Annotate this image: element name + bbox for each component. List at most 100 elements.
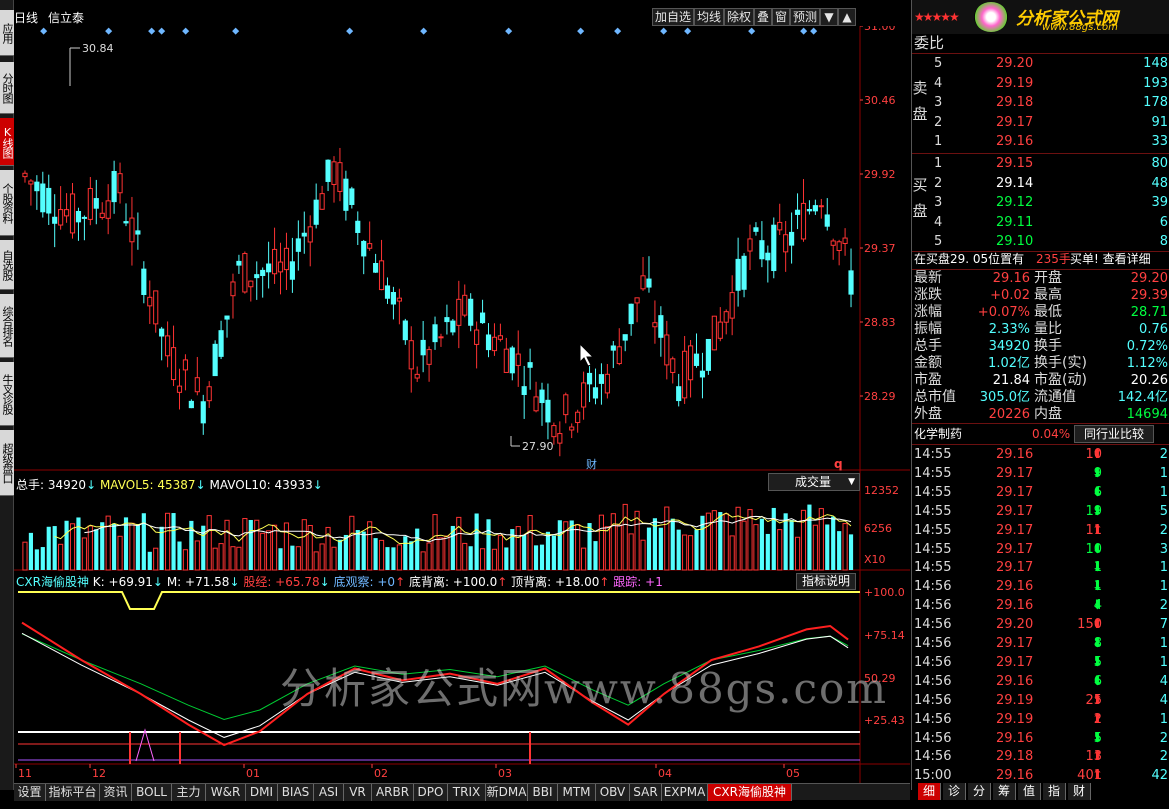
candle-down bbox=[794, 209, 801, 215]
indicator-tab-15[interactable]: MTM bbox=[558, 784, 596, 801]
nav-item-0[interactable]: 应用 bbox=[0, 10, 14, 56]
candle-down bbox=[444, 317, 450, 323]
volume-bar bbox=[527, 515, 533, 571]
panel-tab-1[interactable]: 诊 bbox=[943, 783, 966, 800]
toolbar-button-7[interactable]: ▲ bbox=[838, 8, 856, 26]
indicator-tab-11[interactable]: DPO bbox=[414, 784, 448, 801]
candle-up bbox=[474, 329, 480, 345]
sell-row: 5 29.20 148 bbox=[912, 54, 1169, 73]
indicator-help-button[interactable]: 指标说明 bbox=[796, 573, 856, 590]
indicator-tab-1[interactable]: 指标平台 bbox=[46, 784, 100, 801]
notice-detail-link[interactable]: 买单! 查看详细 bbox=[1070, 250, 1151, 269]
candle-down bbox=[34, 181, 40, 192]
indicator-tab-4[interactable]: 主力 bbox=[172, 784, 206, 801]
candle-down bbox=[289, 261, 295, 280]
toolbar-button-3[interactable]: 叠 bbox=[754, 8, 772, 26]
mavol5-value: 45387 bbox=[157, 478, 196, 492]
candle-down bbox=[224, 315, 230, 320]
candle-up bbox=[194, 377, 200, 393]
tick-time: 14:56 bbox=[914, 673, 952, 689]
nav-item-5[interactable]: 综合排名 bbox=[0, 294, 14, 358]
signal-diamond-icon bbox=[232, 27, 240, 35]
toolbar-button-0[interactable]: 加自选 bbox=[652, 8, 694, 26]
volume-bar bbox=[426, 542, 432, 571]
indicator-tab-9[interactable]: VR bbox=[344, 784, 372, 801]
indicator-tab-19[interactable]: CXR海偷股神 bbox=[708, 784, 792, 801]
indicator-tab-3[interactable]: BOLL bbox=[132, 784, 172, 801]
flower-logo-icon bbox=[974, 2, 1008, 32]
arrow-up-icon: ⬆ bbox=[1092, 447, 1103, 462]
nav-item-3[interactable]: 个股资料 bbox=[0, 170, 14, 236]
panel-tab-5[interactable]: 指 bbox=[1043, 783, 1066, 800]
indicator-tab-18[interactable]: EXPMA bbox=[662, 784, 708, 801]
volume-bar bbox=[367, 521, 373, 571]
indicator-tab-7[interactable]: BIAS bbox=[278, 784, 314, 801]
candle-up bbox=[22, 172, 28, 178]
volume-bar bbox=[153, 547, 159, 571]
indicator-selector[interactable]: 成交量 ▼ bbox=[768, 473, 860, 491]
tick-time: 14:55 bbox=[914, 541, 952, 557]
panel-tab-6[interactable]: 财 bbox=[1068, 783, 1091, 800]
left-nav: 应用分时图 K线图个股资料自选股综合排名牛叉诊股超级盘口 bbox=[0, 0, 14, 790]
panel-tab-0[interactable]: 细 bbox=[918, 783, 941, 800]
volume-bar bbox=[522, 534, 527, 570]
toolbar-button-6[interactable]: ▼ bbox=[820, 8, 838, 26]
candle-down bbox=[432, 324, 438, 343]
panel-tab-3[interactable]: 筹 bbox=[993, 783, 1016, 800]
indicator-tab-13[interactable]: 新DMA bbox=[486, 784, 528, 801]
candle-up bbox=[664, 334, 670, 366]
period-label[interactable]: 日线 bbox=[14, 9, 38, 26]
arrow-up-icon: ⬆ bbox=[1092, 749, 1103, 765]
indicator-tab-17[interactable]: SAR bbox=[630, 784, 662, 801]
industry-compare-button[interactable]: 同行业比较 bbox=[1074, 425, 1154, 443]
indicator-tab-14[interactable]: BBI bbox=[528, 784, 558, 801]
indicator-tab-5[interactable]: W&R bbox=[206, 784, 246, 801]
sell-row: 1 29.16 33 bbox=[912, 132, 1169, 151]
indicator-tab-8[interactable]: ASI bbox=[314, 784, 344, 801]
sell-book: 卖盘 5 29.20 148 4 29.19 193 3 29.18 178 2 29.17 91 1 29… bbox=[912, 53, 1169, 153]
price: 29.12 bbox=[996, 195, 1034, 210]
volume-bar bbox=[147, 551, 152, 570]
candle-up bbox=[491, 336, 498, 352]
candle-up bbox=[456, 298, 462, 326]
nav-item-1[interactable]: 分时图 bbox=[0, 62, 14, 114]
volume-bar bbox=[313, 551, 319, 571]
nav-item-6[interactable]: 牛叉诊股 bbox=[0, 362, 14, 426]
candle-down bbox=[159, 328, 165, 337]
candle-down bbox=[812, 205, 818, 212]
candle-down bbox=[361, 240, 367, 257]
toolbar-button-2[interactable]: 除权 bbox=[724, 8, 754, 26]
signal-diamond-icon bbox=[148, 27, 156, 35]
nav-item-7[interactable]: 超级盘口 bbox=[0, 430, 14, 496]
candle-up bbox=[563, 394, 569, 416]
candle-down bbox=[236, 260, 242, 266]
volume-bar bbox=[610, 513, 616, 571]
tick-count: 1 bbox=[1159, 484, 1168, 500]
candle-down bbox=[771, 224, 777, 272]
panel-tab-4[interactable]: 值 bbox=[1018, 783, 1041, 800]
indicator-tab-16[interactable]: OBV bbox=[596, 784, 630, 801]
candle-down bbox=[325, 159, 331, 182]
toolbar-button-1[interactable]: 均线 bbox=[694, 8, 724, 26]
indicator-tab-6[interactable]: DMI bbox=[246, 784, 278, 801]
indicator-tab-2[interactable]: 资讯 bbox=[100, 784, 132, 801]
tick-price: 29.20 bbox=[996, 617, 1034, 633]
indicator-tab-10[interactable]: ARBR bbox=[372, 784, 414, 801]
tick-count: 2 bbox=[1159, 730, 1168, 746]
panel-tab-2[interactable]: 分 bbox=[968, 783, 991, 800]
nav-item-2[interactable]: K线图 bbox=[0, 118, 14, 166]
toolbar-button-5[interactable]: 预测 bbox=[790, 8, 820, 26]
nav-item-4[interactable]: 自选股 bbox=[0, 240, 14, 290]
volume-bar bbox=[236, 546, 242, 571]
candle-up bbox=[652, 322, 658, 328]
tick-price: 29.16 bbox=[996, 673, 1034, 689]
signal-diamond-icon bbox=[748, 27, 756, 35]
mouse-cursor-icon bbox=[579, 342, 595, 367]
candle-down bbox=[40, 183, 46, 213]
signal-diamond-icon bbox=[158, 27, 166, 35]
toolbar-button-4[interactable]: 窗 bbox=[772, 8, 790, 26]
tick-row: 14:56 29.16 4 ⬇ 2 bbox=[912, 596, 1169, 615]
indicator-tab-0[interactable]: 设置 bbox=[14, 784, 46, 801]
volume-bar bbox=[800, 509, 807, 571]
indicator-tab-12[interactable]: TRIX bbox=[448, 784, 486, 801]
